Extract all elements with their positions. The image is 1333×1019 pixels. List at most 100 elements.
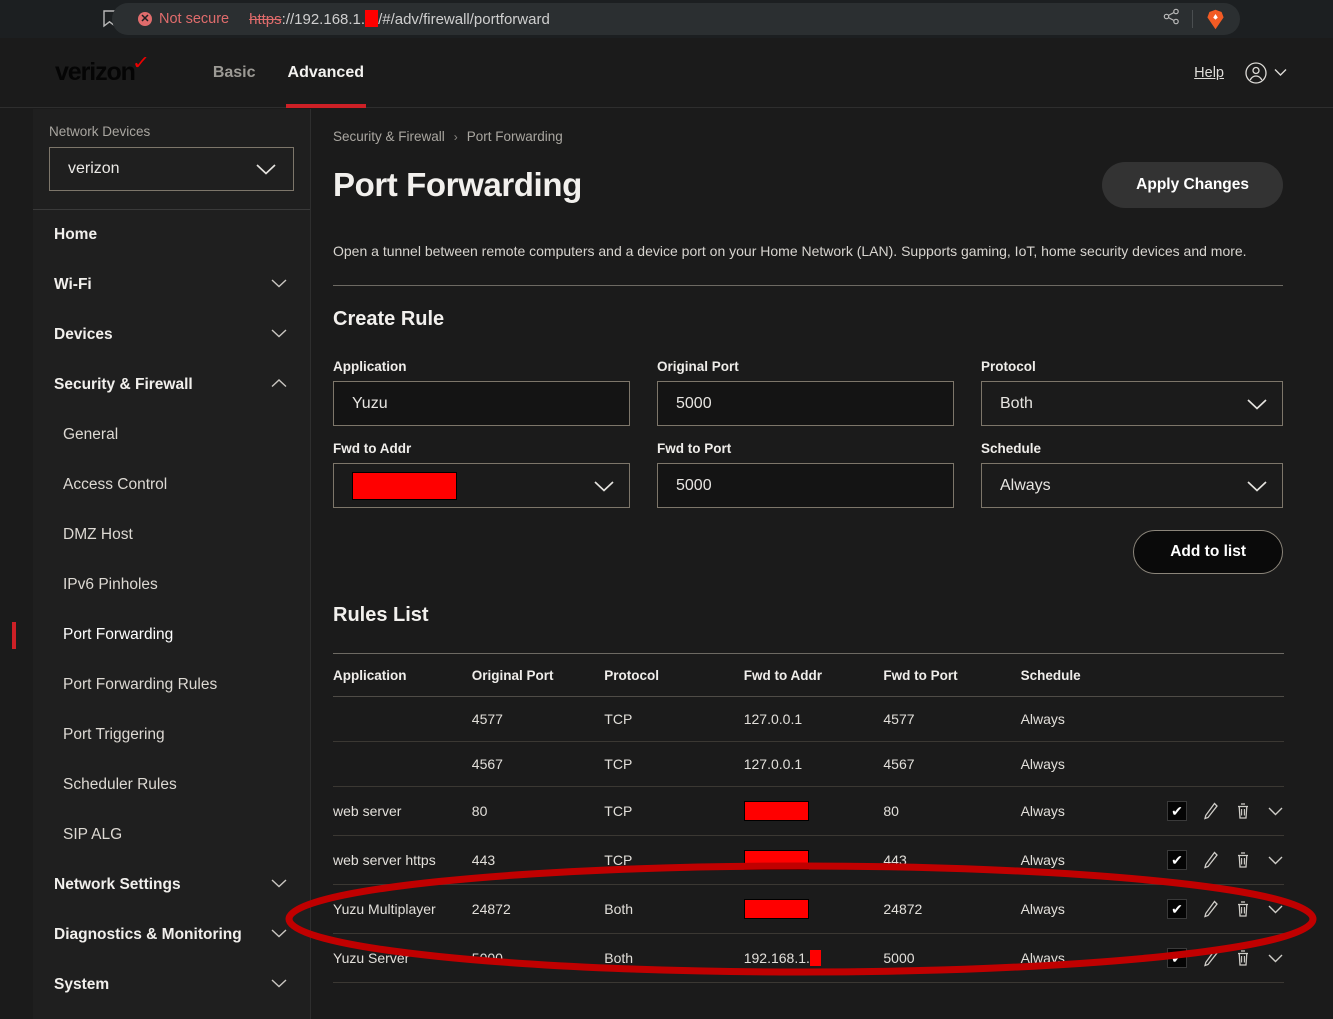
verizon-logo[interactable]: verizon ✓ [55, 53, 150, 87]
row-delete-button[interactable] [1235, 851, 1251, 869]
field-label: Fwd to Addr [333, 441, 412, 456]
schedule-select[interactable]: Always [981, 463, 1283, 508]
row-expand-button[interactable] [1267, 855, 1284, 866]
row-delete-button[interactable] [1235, 802, 1251, 820]
url-host: ://192.168.1. [281, 11, 366, 28]
apply-changes-button[interactable]: Apply Changes [1102, 162, 1283, 208]
sidebar-item-devices[interactable]: Devices [33, 310, 310, 360]
fwd-to-addr-redaction [809, 950, 821, 966]
sidebar-item-system[interactable]: System [33, 960, 310, 1010]
sidebar-item-general[interactable]: General [33, 410, 310, 460]
column-fwd-to-port: Fwd to Port [883, 653, 1021, 697]
tab-advanced-label: Advanced [287, 63, 364, 81]
cell-schedule: Always [1020, 741, 1167, 787]
cell-original-port: 443 [471, 835, 605, 885]
cell-schedule: Always [1020, 835, 1167, 885]
network-device-value: verizon [68, 160, 120, 177]
sidebar-item-label: Port Forwarding Rules [63, 676, 218, 693]
not-secure-icon: ✕ [138, 12, 152, 26]
url-path: /#/adv/firewall/portforward [378, 11, 550, 28]
sidebar-item-sip-alg[interactable]: SIP ALG [33, 810, 310, 860]
sidebar-item-label: IPv6 Pinholes [63, 576, 158, 593]
breadcrumb-parent[interactable]: Security & Firewall [333, 129, 445, 144]
security-status[interactable]: ✕ Not secure [138, 11, 229, 27]
sidebar-item-dmz-host[interactable]: DMZ Host [33, 510, 310, 560]
table-row[interactable]: Yuzu Multiplayer 24872 Both 24872 Always ✔ [333, 884, 1284, 934]
sidebar: Network Devices verizon Home Wi-Fi Devic… [12, 109, 310, 1019]
row-edit-button[interactable] [1203, 900, 1219, 918]
fwd-to-port-input[interactable]: 5000 [657, 463, 954, 508]
row-expand-button[interactable] [1267, 806, 1284, 817]
row-enabled-checkbox[interactable]: ✔ [1166, 850, 1187, 870]
table-row[interactable]: web server https 443 TCP 443 Always ✔ [333, 835, 1284, 885]
table-row[interactable]: 4567 TCP 127.0.0.1 4567 Always [333, 741, 1284, 787]
row-delete-button[interactable] [1235, 900, 1251, 918]
chevron-down-icon [594, 480, 614, 492]
row-expand-button[interactable] [1267, 953, 1284, 964]
header-actions: Help [1194, 61, 1287, 85]
row-delete-button[interactable] [1235, 949, 1251, 967]
sidebar-item-diagnostics-monitoring[interactable]: Diagnostics & Monitoring [33, 910, 310, 960]
sidebar-item-label: Diagnostics & Monitoring [54, 926, 242, 943]
table-row[interactable]: 4577 TCP 127.0.0.1 4577 Always [333, 696, 1284, 742]
sidebar-item-label: Wi-Fi [54, 276, 92, 293]
protocol-select[interactable]: Both [981, 381, 1283, 426]
row-enabled-checkbox[interactable]: ✔ [1166, 801, 1187, 821]
cell-actions: ✔ [1166, 835, 1284, 885]
cell-application: web server [333, 786, 472, 836]
table-row[interactable]: web server 80 TCP 80 Always ✔ [333, 786, 1284, 836]
breadcrumb-separator-icon: › [453, 129, 458, 144]
tab-basic[interactable]: Basic [197, 38, 272, 108]
row-edit-button[interactable] [1203, 851, 1219, 869]
cell-application [333, 741, 472, 787]
fwd-to-addr-redaction [743, 801, 809, 821]
brave-lion-icon[interactable] [1205, 8, 1226, 30]
field-label: Original Port [657, 359, 739, 374]
sidebar-item-security-firewall[interactable]: Security & Firewall [33, 360, 310, 410]
row-actions: ✔ [1166, 899, 1284, 919]
application-value: Yuzu [352, 394, 388, 412]
tab-advanced[interactable]: Advanced [272, 38, 380, 108]
fwd-to-addr-select[interactable] [333, 463, 630, 508]
protocol-value: Both [1000, 394, 1033, 412]
column-protocol: Protocol [604, 653, 744, 697]
network-device-select[interactable]: verizon [49, 147, 294, 191]
row-enabled-checkbox[interactable]: ✔ [1166, 948, 1187, 968]
chevron-down-icon [270, 276, 288, 294]
row-enabled-checkbox[interactable]: ✔ [1166, 899, 1187, 919]
cell-protocol: TCP [604, 741, 744, 787]
row-expand-button[interactable] [1267, 904, 1284, 915]
cell-fwd-to-addr: 127.0.0.1 [743, 741, 884, 787]
account-menu[interactable] [1244, 61, 1287, 85]
cell-original-port: 80 [471, 786, 605, 836]
sidebar-item-network-settings[interactable]: Network Settings [33, 860, 310, 910]
chevron-down-icon [270, 926, 288, 944]
row-edit-button[interactable] [1203, 802, 1219, 820]
address-bar[interactable]: ✕ Not secure https://192.168.1. /#/adv/fi… [112, 3, 1240, 35]
sidebar-item-scheduler-rules[interactable]: Scheduler Rules [33, 760, 310, 810]
original-port-input[interactable]: 5000 [657, 381, 954, 426]
share-icon[interactable] [1163, 8, 1180, 30]
row-edit-button[interactable] [1203, 949, 1219, 967]
field-label: Schedule [981, 441, 1042, 456]
sidebar-item-port-forwarding[interactable]: Port Forwarding [12, 610, 310, 660]
sidebar-item-ipv6-pinholes[interactable]: IPv6 Pinholes [33, 560, 310, 610]
table-row[interactable]: Yuzu Server 5000 Both 192.168.1. 5000 Always ✔ [333, 933, 1284, 983]
sidebar-item-access-control[interactable]: Access Control [33, 460, 310, 510]
help-link[interactable]: Help [1194, 65, 1224, 81]
field-protocol: Protocol Both [981, 359, 1283, 426]
application-input[interactable]: Yuzu [333, 381, 630, 426]
cell-original-port: 4567 [471, 741, 605, 787]
sidebar-item-port-forwarding-rules[interactable]: Port Forwarding Rules [33, 660, 310, 710]
sidebar-item-port-triggering[interactable]: Port Triggering [33, 710, 310, 760]
sidebar-item-wifi[interactable]: Wi-Fi [33, 260, 310, 310]
sidebar-item-home[interactable]: Home [33, 210, 310, 260]
cell-application: Yuzu Server [333, 933, 472, 983]
add-to-list-button[interactable]: Add to list [1133, 530, 1283, 574]
page-description: Open a tunnel between remote computers a… [333, 243, 1247, 259]
trash-delete-icon [1237, 950, 1248, 966]
chevron-down-icon [1268, 807, 1283, 815]
